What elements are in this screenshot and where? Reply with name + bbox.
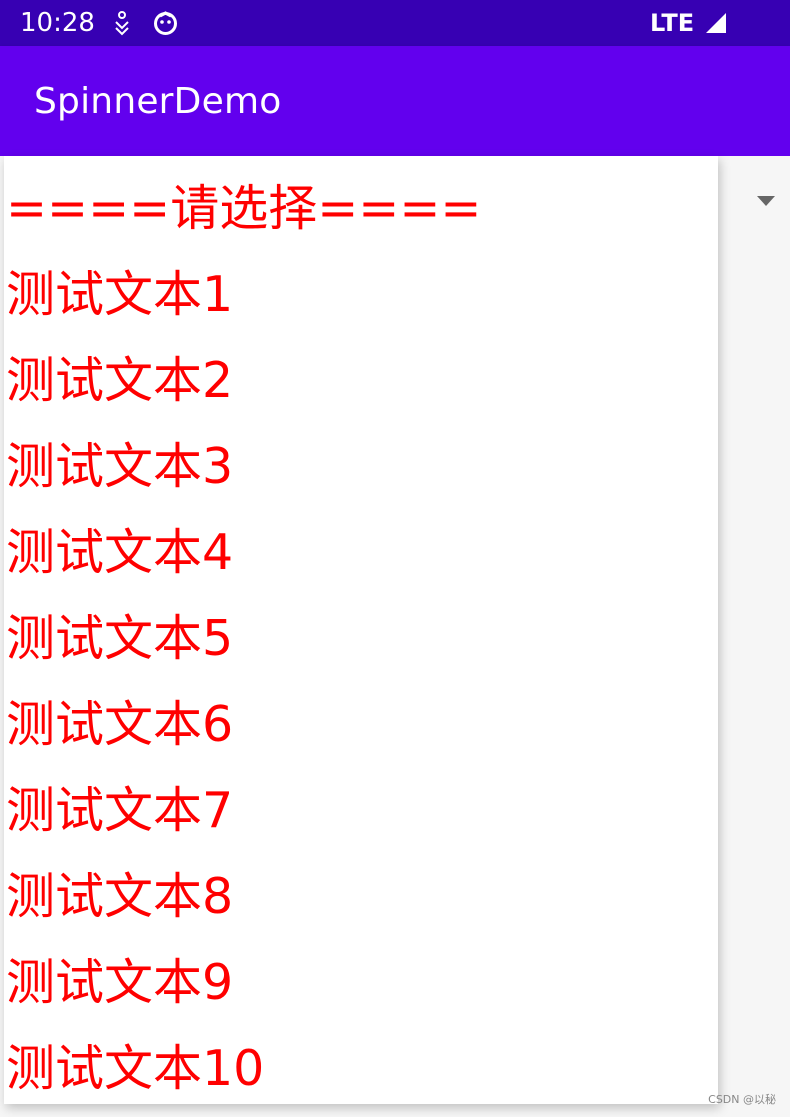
accessibility-icon [115,11,129,36]
dropdown-arrow-icon[interactable] [757,196,775,206]
watermark: CSDN @以秘 [708,1093,776,1106]
spinner-option-1[interactable]: 测试文本1 [6,252,233,338]
signal-icon [706,13,726,33]
spinner-dropdown[interactable]: ====请选择==== 测试文本1 测试文本2 测试文本3 测试文本4 测试文本… [4,156,718,1104]
spinner-option-6[interactable]: 测试文本6 [6,682,233,768]
spinner-option-placeholder[interactable]: ====请选择==== [6,166,481,252]
face-icon [154,11,177,35]
spinner-option-3[interactable]: 测试文本3 [6,424,233,510]
app-title: SpinnerDemo [34,81,282,122]
status-time: 10:28 [20,8,95,38]
spinner-option-9[interactable]: 测试文本9 [6,940,233,1026]
spinner-option-4[interactable]: 测试文本4 [6,510,233,596]
spinner-option-5[interactable]: 测试文本5 [6,596,233,682]
status-bar: 10:28 LTE [0,0,790,46]
spinner-option-8[interactable]: 测试文本8 [6,854,233,940]
spinner-option-10[interactable]: 测试文本10 [6,1026,264,1104]
network-type: LTE [650,9,695,37]
spinner-option-7[interactable]: 测试文本7 [6,768,233,854]
spinner-option-2[interactable]: 测试文本2 [6,338,233,424]
app-bar: SpinnerDemo [0,46,790,156]
